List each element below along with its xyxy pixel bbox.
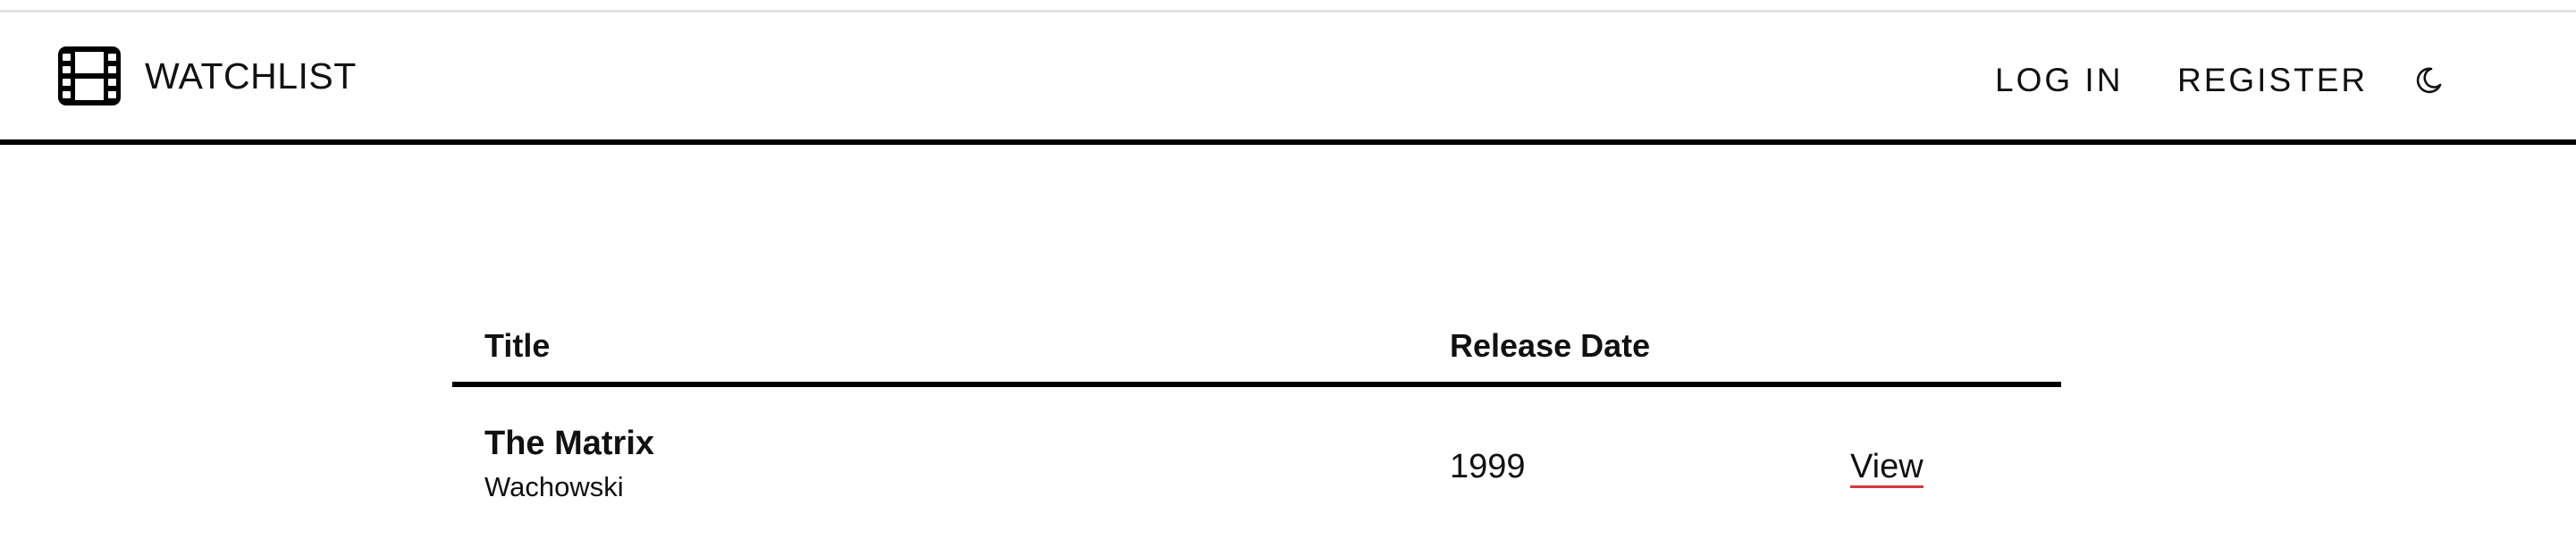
table-header: Title Release Date [452, 308, 2061, 387]
nav-login-container: LOG IN [1995, 57, 2123, 102]
watchlist-table: Title Release Date The Matrix Wachowski … [452, 308, 2061, 548]
movie-director: Wachowski [484, 471, 624, 502]
table-row: The Matrix Wachowski 1999 View [452, 387, 2061, 548]
nav-register-container: REGISTER [2177, 57, 2368, 102]
movie-release-date: 1999 [1450, 448, 1526, 485]
moon-icon[interactable] [2413, 65, 2444, 96]
brand-title: WATCHLIST [145, 55, 357, 97]
login-link[interactable]: LOG IN [1995, 63, 2123, 97]
register-link[interactable]: REGISTER [2177, 63, 2368, 97]
brand-link[interactable]: WATCHLIST [55, 44, 357, 108]
film-icon [58, 46, 121, 105]
view-link[interactable]: View [1850, 450, 1924, 488]
movie-title: The Matrix [484, 425, 655, 462]
top-border [0, 0, 2576, 13]
column-header-release-date: Release Date [1450, 327, 1651, 364]
column-header-title: Title [484, 327, 551, 364]
site-header: WATCHLIST LOG IN REGISTER [0, 13, 2576, 145]
